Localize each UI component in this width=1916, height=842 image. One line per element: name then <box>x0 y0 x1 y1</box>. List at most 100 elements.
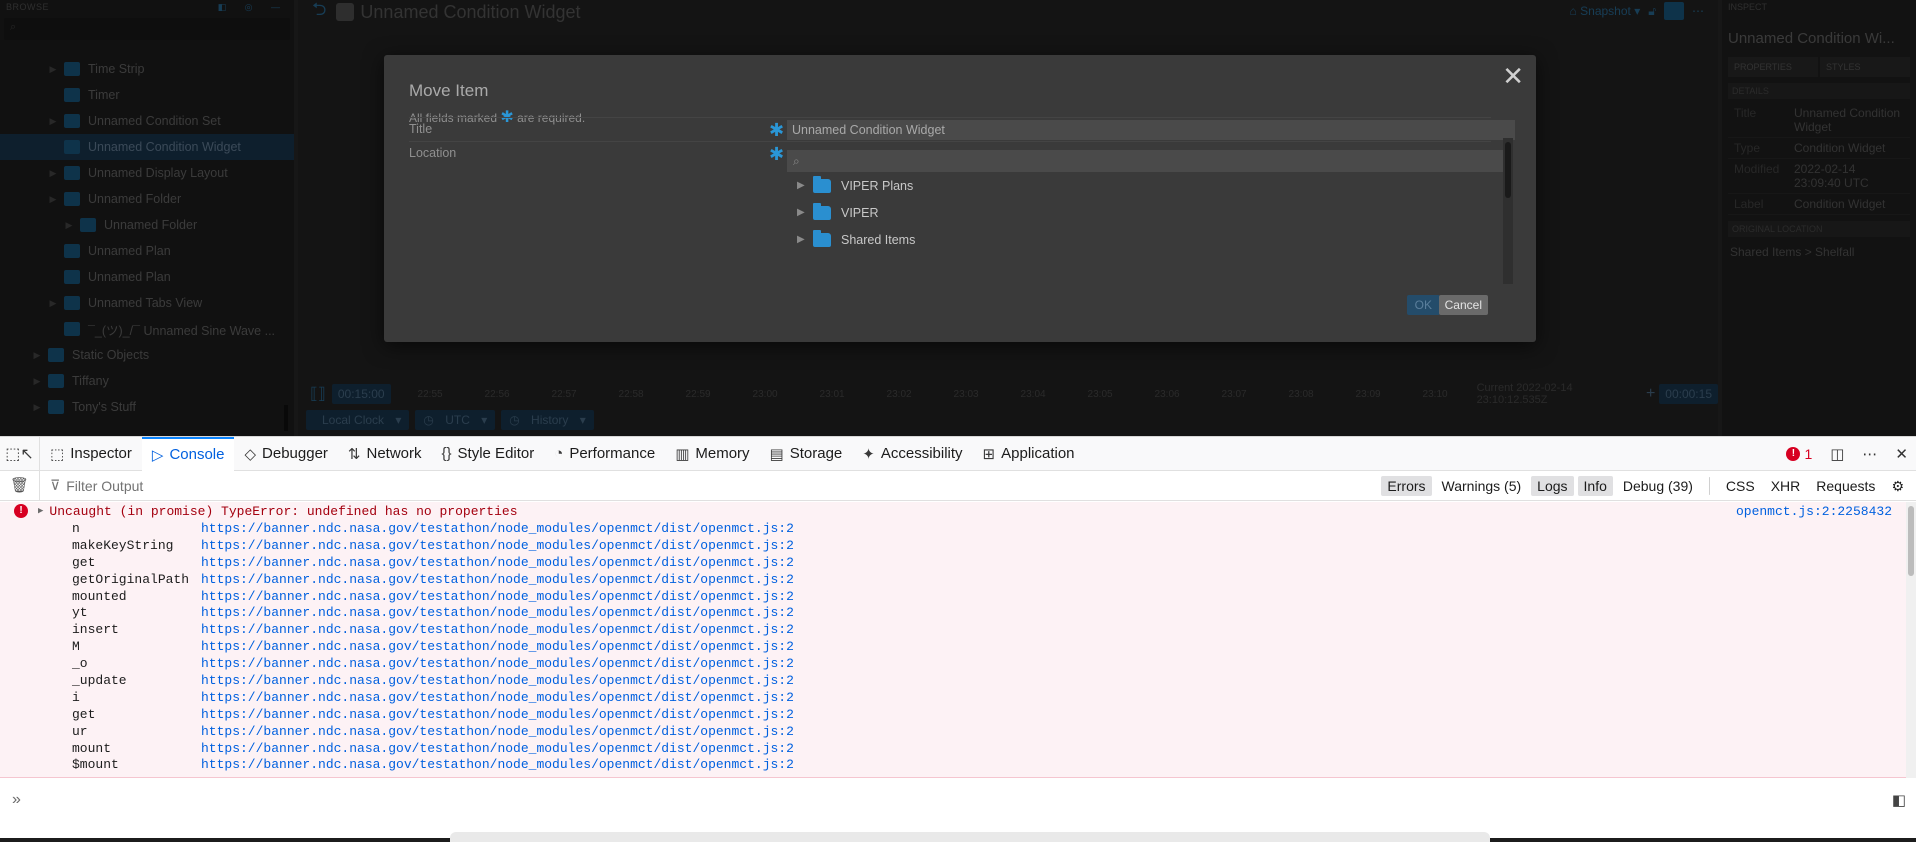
stack-frame: makeKeyString https://banner.ndc.nasa.gov… <box>0 537 1906 554</box>
console-output: ! ▶ Uncaught (in promise) TypeError: und… <box>0 502 1906 778</box>
tab-label: Console <box>169 446 225 463</box>
console-icon: ▷ <box>151 446 164 464</box>
error-icon: ! <box>14 504 28 518</box>
tab-application[interactable]: ⊞ Application <box>973 437 1085 471</box>
devtools-toolbar: ⬚↖ ⬚ Inspector ▷ Console ◇ Debugger ⇅ Network {}… <box>0 436 1916 471</box>
tab-accessibility[interactable]: ✦ Accessibility <box>852 437 972 471</box>
frame-source-link[interactable]: https://banner.ndc.nasa.gov/testathon/no… <box>201 757 794 772</box>
frame-source-link[interactable]: https://banner.ndc.nasa.gov/testathon/no… <box>201 724 794 739</box>
stack-frame: _update https://banner.ndc.nasa.gov/testa… <box>0 672 1906 689</box>
frame-function: n <box>72 520 80 536</box>
tab-label: Debugger <box>262 445 328 462</box>
stack-frame: get https://banner.ndc.nasa.gov/testathon… <box>0 706 1906 723</box>
frame-function: mount <box>72 740 112 756</box>
tab-label: Storage <box>789 445 843 462</box>
stack-frame: mounted https://banner.ndc.nasa.gov/testa… <box>0 588 1906 605</box>
location-scrollbar[interactable] <box>1503 138 1513 284</box>
folder-icon <box>813 175 831 193</box>
stack-frame: mount https://banner.ndc.nasa.gov/testath… <box>0 740 1906 757</box>
filter-logs-button[interactable]: Logs <box>1531 476 1574 496</box>
close-icon[interactable]: ✕ <box>1502 61 1524 92</box>
frame-source-link[interactable]: https://banner.ndc.nasa.gov/testathon/no… <box>201 538 794 553</box>
frame-source-link[interactable]: https://banner.ndc.nasa.gov/testathon/no… <box>201 690 794 705</box>
frame-source-link[interactable]: https://banner.ndc.nasa.gov/testathon/no… <box>201 741 794 756</box>
tab-console[interactable]: ▷ Console <box>141 436 235 471</box>
filter-requests-button[interactable]: Requests <box>1810 476 1881 496</box>
frame-source-link[interactable]: https://banner.ndc.nasa.gov/testathon/no… <box>201 572 794 587</box>
tab-network[interactable]: ⇅ Network <box>338 437 432 471</box>
frame-source-link[interactable]: https://banner.ndc.nasa.gov/testathon/no… <box>201 622 794 637</box>
error-count-badge[interactable]: ! 1 <box>1786 446 1812 462</box>
frame-function: _o <box>72 656 88 672</box>
frame-source-link[interactable]: https://banner.ndc.nasa.gov/testathon/no… <box>201 673 794 688</box>
tab-label: Application <box>1001 445 1075 462</box>
frame-source-link[interactable]: https://banner.ndc.nasa.gov/testathon/no… <box>201 639 794 654</box>
expand-arrow-icon[interactable]: ▶ <box>797 207 813 218</box>
memory-icon: ▥ <box>675 445 690 463</box>
stack-frame: get https://banner.ndc.nasa.gov/testathon… <box>0 554 1906 571</box>
frame-source-link[interactable]: https://banner.ndc.nasa.gov/testathon/no… <box>201 555 794 570</box>
error-source-link[interactable]: openmct.js:2:2258432 <box>1736 504 1892 519</box>
cancel-button[interactable]: Cancel <box>1438 295 1488 315</box>
tab-memory[interactable]: ▥ Memory <box>665 437 759 471</box>
tab-label: Memory <box>695 445 750 462</box>
expand-triangle-icon[interactable]: ▶ <box>38 506 43 516</box>
filter-css-button[interactable]: CSS <box>1720 476 1761 496</box>
location-search-input[interactable]: ⌕ <box>787 150 1507 172</box>
filter-output-input[interactable]: ⊽ Filter Output <box>50 477 143 494</box>
location-item[interactable]: ▶ Shared Items <box>787 226 1515 253</box>
stack-frame: insert https://banner.ndc.nasa.gov/testat… <box>0 621 1906 638</box>
frame-function: _update <box>72 672 127 688</box>
scroll-shadow <box>450 832 1490 842</box>
required-asterisk-icon: ✱ <box>769 120 785 140</box>
frame-source-link[interactable]: https://banner.ndc.nasa.gov/testathon/no… <box>201 605 794 620</box>
filter-info-button[interactable]: Info <box>1577 476 1613 496</box>
console-input[interactable]: » ◧ <box>0 785 1916 815</box>
filter-warnings-button[interactable]: Warnings (5) <box>1436 476 1528 496</box>
filter-xhr-button[interactable]: XHR <box>1765 476 1807 496</box>
console-settings-icon[interactable]: ⚙ <box>1885 476 1910 497</box>
close-devtools-icon[interactable]: ✕ <box>1895 445 1908 463</box>
tab-debugger[interactable]: ◇ Debugger <box>234 437 337 471</box>
error-icon: ! <box>1786 447 1801 461</box>
stack-frame: n https://banner.ndc.nasa.gov/testathon/n… <box>0 520 1906 537</box>
more-options-icon[interactable]: ⋯ <box>1862 445 1877 463</box>
location-item[interactable]: ▶ VIPER Plans <box>787 172 1515 199</box>
title-input[interactable] <box>787 120 1515 140</box>
frame-source-link[interactable]: https://banner.ndc.nasa.gov/testathon/no… <box>201 707 794 722</box>
filter-errors-button[interactable]: Errors <box>1381 476 1432 496</box>
style-editor-icon: {} <box>441 445 452 462</box>
dialog-title: Move Item <box>409 81 489 100</box>
frame-source-link[interactable]: https://banner.ndc.nasa.gov/testathon/no… <box>201 521 794 536</box>
tab-storage[interactable]: ▤ Storage <box>760 437 853 471</box>
folder-icon <box>813 202 831 220</box>
frame-source-link[interactable]: https://banner.ndc.nasa.gov/testathon/no… <box>201 589 794 604</box>
frame-function: get <box>72 554 96 570</box>
frame-function: $mount <box>72 757 119 773</box>
devtools-panel: ⬚↖ ⬚ Inspector ▷ Console ◇ Debugger ⇅ Network {}… <box>0 436 1916 842</box>
frame-source-link[interactable]: https://banner.ndc.nasa.gov/testathon/no… <box>201 656 794 671</box>
element-picker-icon[interactable]: ⬚↖ <box>0 436 40 471</box>
error-message: Uncaught (in promise) TypeError: undefin… <box>49 503 518 519</box>
expand-arrow-icon[interactable]: ▶ <box>797 180 813 191</box>
tab-inspector[interactable]: ⬚ Inspector <box>40 437 142 471</box>
location-item[interactable]: ▶ VIPER <box>787 199 1515 226</box>
editor-mode-icon[interactable]: ◧ <box>1892 791 1906 809</box>
tab-style-editor[interactable]: {} Style Editor <box>432 437 545 471</box>
dock-options-icon[interactable]: ◫ <box>1830 445 1844 463</box>
accessibility-icon: ✦ <box>862 445 875 463</box>
frame-function: i <box>72 689 80 705</box>
ok-button[interactable]: OK <box>1406 295 1440 315</box>
filter-icon: ⊽ <box>50 477 61 493</box>
filter-debug-button[interactable]: Debug (39) <box>1617 476 1699 496</box>
error-message-row[interactable]: ! ▶ Uncaught (in promise) TypeError: und… <box>0 502 1906 520</box>
location-picker: ⌕ ▶ VIPER Plans ▶ VIPER ▶ Shared Items <box>787 142 1515 260</box>
expand-arrow-icon[interactable]: ▶ <box>797 234 813 245</box>
clear-console-icon[interactable]: 🗑︎ <box>0 470 40 501</box>
location-tree: ▶ VIPER Plans ▶ VIPER ▶ Shared Items <box>787 172 1515 253</box>
frame-function: ur <box>72 723 88 739</box>
stack-frame: getOriginalPath https://banner.ndc.nasa.g… <box>0 571 1906 588</box>
tab-performance[interactable]: ◔ Performance <box>544 437 665 471</box>
console-scrollbar[interactable] <box>1906 502 1916 778</box>
stack-frame: _o https://banner.ndc.nasa.gov/testathon/… <box>0 655 1906 672</box>
